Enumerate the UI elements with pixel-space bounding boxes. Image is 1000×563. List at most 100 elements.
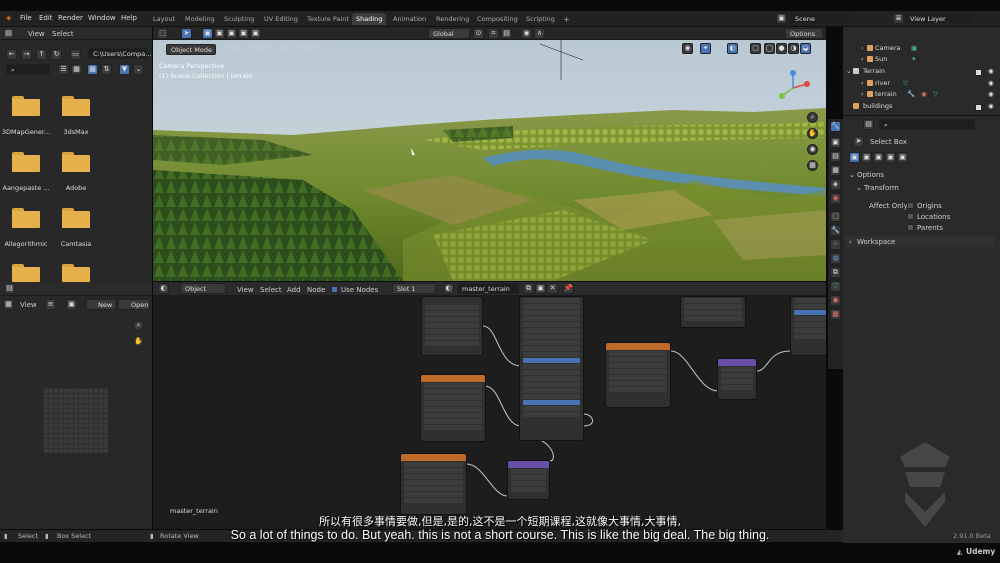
view-layer-tab-icon[interactable]: ▦ (830, 165, 841, 176)
slot-dropdown[interactable]: Slot 1 (392, 283, 436, 294)
select-mode-invert-icon[interactable]: ▣ (238, 28, 249, 39)
tab-animation[interactable]: Animation (389, 13, 430, 25)
pin-icon[interactable]: 📌 (563, 283, 574, 294)
folder-icon[interactable] (12, 96, 40, 116)
camera-view-icon[interactable]: ◉ (807, 144, 818, 155)
folder-icon[interactable] (62, 152, 90, 172)
expand-arrow-icon[interactable]: › (861, 55, 864, 63)
options-section-header[interactable]: ⌄ (849, 171, 855, 179)
view-layer-selector[interactable]: View Layer (905, 13, 973, 24)
viewport-menu-add[interactable]: Add (277, 45, 291, 53)
image-texture-node[interactable] (680, 296, 746, 328)
folder-icon[interactable] (12, 152, 40, 172)
select-mode-new-icon[interactable]: ▣ (202, 28, 213, 39)
visibility-icon[interactable]: ◉ (682, 43, 693, 54)
collection-checkbox[interactable] (975, 69, 982, 76)
pivot-icon[interactable]: ⊙ (473, 28, 484, 39)
tab-scripting[interactable]: Scripting (522, 13, 559, 25)
particles-tab-icon[interactable]: ⁘ (830, 239, 841, 250)
tab-modeling[interactable]: Modeling (181, 13, 219, 25)
tab-sculpting[interactable]: Sculpting (220, 13, 258, 25)
workspace-section[interactable]: › Workspace (845, 236, 995, 247)
normal-map-node[interactable] (507, 460, 550, 500)
forward-arrow-icon[interactable]: → (21, 49, 32, 60)
outliner-item-sun[interactable]: › Sun ✦ (843, 55, 1000, 66)
parents-checkbox[interactable] (907, 224, 914, 231)
select-mode-subtract-icon[interactable]: ▣ (226, 28, 237, 39)
image-browse-icon[interactable]: ▣ (66, 299, 77, 310)
normal-map-node[interactable] (717, 358, 757, 400)
collection-checkbox[interactable] (975, 104, 982, 111)
zoom-icon[interactable]: ⌕ (807, 112, 818, 123)
output-tab-icon[interactable]: ▤ (830, 151, 841, 162)
expand-arrow-icon[interactable]: › (861, 90, 864, 98)
add-workspace-button[interactable]: + (559, 13, 574, 25)
eye-icon[interactable]: ◉ (988, 102, 994, 110)
display-mode-icon[interactable]: ☰ (58, 64, 69, 75)
grid-icon[interactable]: ▦ (807, 160, 818, 171)
transform-section-header[interactable]: ⌄ (856, 184, 862, 192)
refresh-icon[interactable]: ↻ (51, 49, 62, 60)
editor-type-icon[interactable]: ◐ (158, 283, 169, 294)
menu-window[interactable]: Window (88, 14, 116, 22)
outliner-item-buildings[interactable]: buildings ◉ (843, 102, 1000, 113)
use-nodes-checkbox[interactable] (331, 286, 338, 293)
scene-icon[interactable]: ▣ (776, 13, 787, 24)
origins-checkbox[interactable] (907, 202, 914, 209)
editor-type-icon[interactable]: ▤ (3, 28, 14, 39)
pan-hand-icon[interactable]: ✋ (807, 128, 818, 139)
grid-view-icon[interactable]: ▦ (87, 64, 98, 75)
transform-orientation-dropdown[interactable]: Global (428, 28, 470, 39)
properties-search-field[interactable]: ⌕ (879, 119, 975, 130)
filter-options-icon[interactable]: ⌄ (133, 64, 144, 75)
parent-dir-icon[interactable]: ↑ (36, 49, 47, 60)
expand-arrow-icon[interactable]: › (861, 79, 864, 87)
gizmo-toggle-icon[interactable]: ✦ (700, 43, 711, 54)
tab-uv-editing[interactable]: UV Editing (260, 13, 302, 25)
search-field[interactable]: ⌕ (6, 64, 50, 75)
menu-file[interactable]: File (20, 14, 32, 22)
overlay-toggle-icon[interactable]: ◐ (727, 43, 738, 54)
material-copy-icon[interactable]: ▣ (535, 283, 546, 294)
viewport-menu-object[interactable]: Object (298, 45, 321, 53)
select-mode-intersect-icon[interactable]: ▣ (897, 152, 908, 163)
sort-icon[interactable]: ⇅ (101, 64, 112, 75)
outliner-item-river[interactable]: › river ▽ ◉ (843, 79, 1000, 90)
node-menu-select[interactable]: Select (260, 286, 282, 294)
folder-icon[interactable] (62, 96, 90, 116)
tab-texture-paint[interactable]: Texture Paint (303, 13, 353, 25)
view-layer-icon[interactable]: ≣ (893, 13, 904, 24)
node-editor-canvas[interactable]: master_terrain (153, 296, 826, 529)
properties-type-icon[interactable]: ▤ (863, 119, 874, 130)
outliner-item-terrain-collection[interactable]: ⌄ Terrain ◉ (843, 67, 1000, 78)
select-mode-invert-icon[interactable]: ▣ (885, 152, 896, 163)
snap-target-icon[interactable]: ▤ (501, 28, 512, 39)
tab-shading[interactable]: Shading (352, 13, 387, 25)
select-mode-subtract-icon[interactable]: ▣ (873, 152, 884, 163)
outliner-item-terrain[interactable]: › terrain 🔧 ◉ ▽ ◉ (843, 90, 1000, 101)
object-mode-dropdown[interactable]: Object Mode (166, 44, 216, 55)
menu-render[interactable]: Render (58, 14, 83, 22)
shading-rendered-icon[interactable]: ◒ (800, 43, 811, 54)
locations-checkbox[interactable] (907, 213, 914, 220)
expand-arrow-icon[interactable]: › (861, 44, 864, 52)
editor-type-icon[interactable]: ▦ (3, 299, 14, 310)
editor-type-icon[interactable]: ⬚ (157, 28, 168, 39)
thumbnail-mode-icon[interactable]: ▦ (71, 64, 82, 75)
menu-lines-icon[interactable]: ≡ (45, 299, 56, 310)
image-texture-node[interactable] (420, 374, 486, 442)
material-output-node[interactable] (790, 296, 826, 356)
blender-logo-icon[interactable]: ◈ (6, 14, 11, 22)
pan-hand-icon[interactable]: ✋ (133, 336, 144, 347)
viewport-menu-view[interactable]: View (227, 45, 244, 53)
select-mode-extend-icon[interactable]: ▣ (214, 28, 225, 39)
options-dropdown[interactable]: Options (785, 28, 823, 39)
back-arrow-icon[interactable]: ← (6, 49, 17, 60)
navigation-gizmo[interactable] (773, 68, 813, 108)
modifier-tab-icon[interactable]: 🔧 (830, 225, 841, 236)
shading-wire-icon[interactable]: ◯ (764, 43, 775, 54)
3d-viewport[interactable]: Camera Perspective (1) Scene Collection … (153, 40, 826, 281)
menu-help[interactable]: Help (121, 14, 137, 22)
constraints-tab-icon[interactable]: ⧉ (830, 267, 841, 278)
zoom-icon[interactable]: ⌕ (133, 320, 144, 331)
